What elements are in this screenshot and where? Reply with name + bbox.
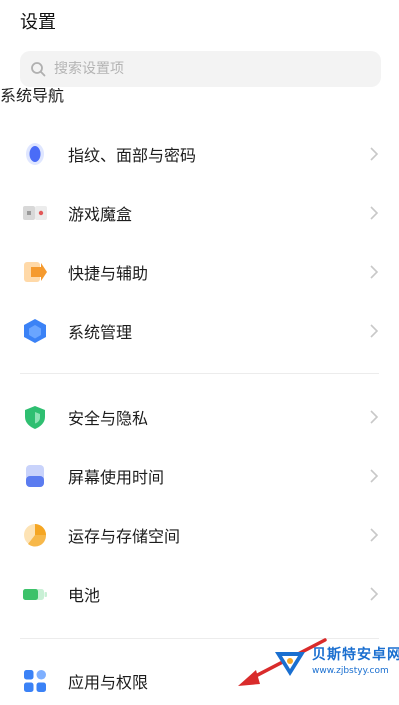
game-box-icon [22, 200, 48, 226]
shield-icon [22, 404, 48, 430]
chevron-right-icon [370, 469, 379, 483]
chevron-right-icon [370, 587, 379, 601]
shortcut-icon [22, 259, 48, 285]
list-item-label: 应用与权限 [68, 673, 149, 692]
list-item-game-box[interactable]: 游戏魔盒 [0, 184, 399, 242]
search-bar[interactable] [20, 51, 381, 87]
list-item-security[interactable]: 安全与隐私 [0, 388, 399, 446]
chevron-right-icon [0, 106, 399, 110]
search-icon [31, 62, 46, 77]
chevron-right-icon [370, 528, 379, 542]
list-item-battery[interactable]: 电池 [0, 565, 399, 623]
system-manage-icon [22, 318, 48, 344]
chevron-right-icon [370, 410, 379, 424]
list-item-partial[interactable]: 系统导航 [0, 88, 399, 110]
settings-page: 设置 系统导航 指纹、面部与密码 [0, 0, 399, 705]
list-item-label: 系统管理 [68, 323, 133, 342]
screen-time-icon [22, 463, 48, 489]
list-item-shortcut[interactable]: 快捷与辅助 [0, 243, 399, 301]
chevron-right-icon [370, 324, 379, 338]
list-item-label: 电池 [68, 586, 101, 605]
search-input[interactable] [54, 61, 354, 77]
list-item-label: 运存与存储空间 [68, 527, 181, 546]
list-item-label: 屏幕使用时间 [68, 468, 165, 487]
list-item-label: 安全与隐私 [68, 409, 149, 428]
chevron-right-icon [370, 147, 379, 161]
fingerprint-icon [22, 141, 48, 167]
list-item-system-manage[interactable]: 系统管理 [0, 302, 399, 360]
android-logo-icon [275, 652, 305, 676]
storage-icon [22, 522, 48, 548]
chevron-right-icon [370, 206, 379, 220]
apps-icon [22, 668, 48, 694]
list-item-label: 快捷与辅助 [68, 264, 149, 283]
chevron-right-icon [370, 265, 379, 279]
list-item-label: 指纹、面部与密码 [68, 146, 197, 165]
list-item-label: 系统导航 [0, 88, 65, 105]
list-item-label: 游戏魔盒 [68, 205, 133, 224]
battery-icon [22, 581, 48, 607]
watermark-url: www.zjbstyy.com [312, 666, 389, 676]
list-item-screen-time[interactable]: 屏幕使用时间 [0, 447, 399, 505]
watermark-name: 贝斯特安卓网 [312, 647, 399, 663]
page-title: 设置 [20, 12, 56, 33]
watermark-logo: 贝斯特安卓网 www.zjbstyy.com [266, 636, 399, 705]
section-divider [20, 373, 379, 374]
list-item-storage[interactable]: 运存与存储空间 [0, 506, 399, 564]
list-item-fingerprint[interactable]: 指纹、面部与密码 [0, 125, 399, 183]
